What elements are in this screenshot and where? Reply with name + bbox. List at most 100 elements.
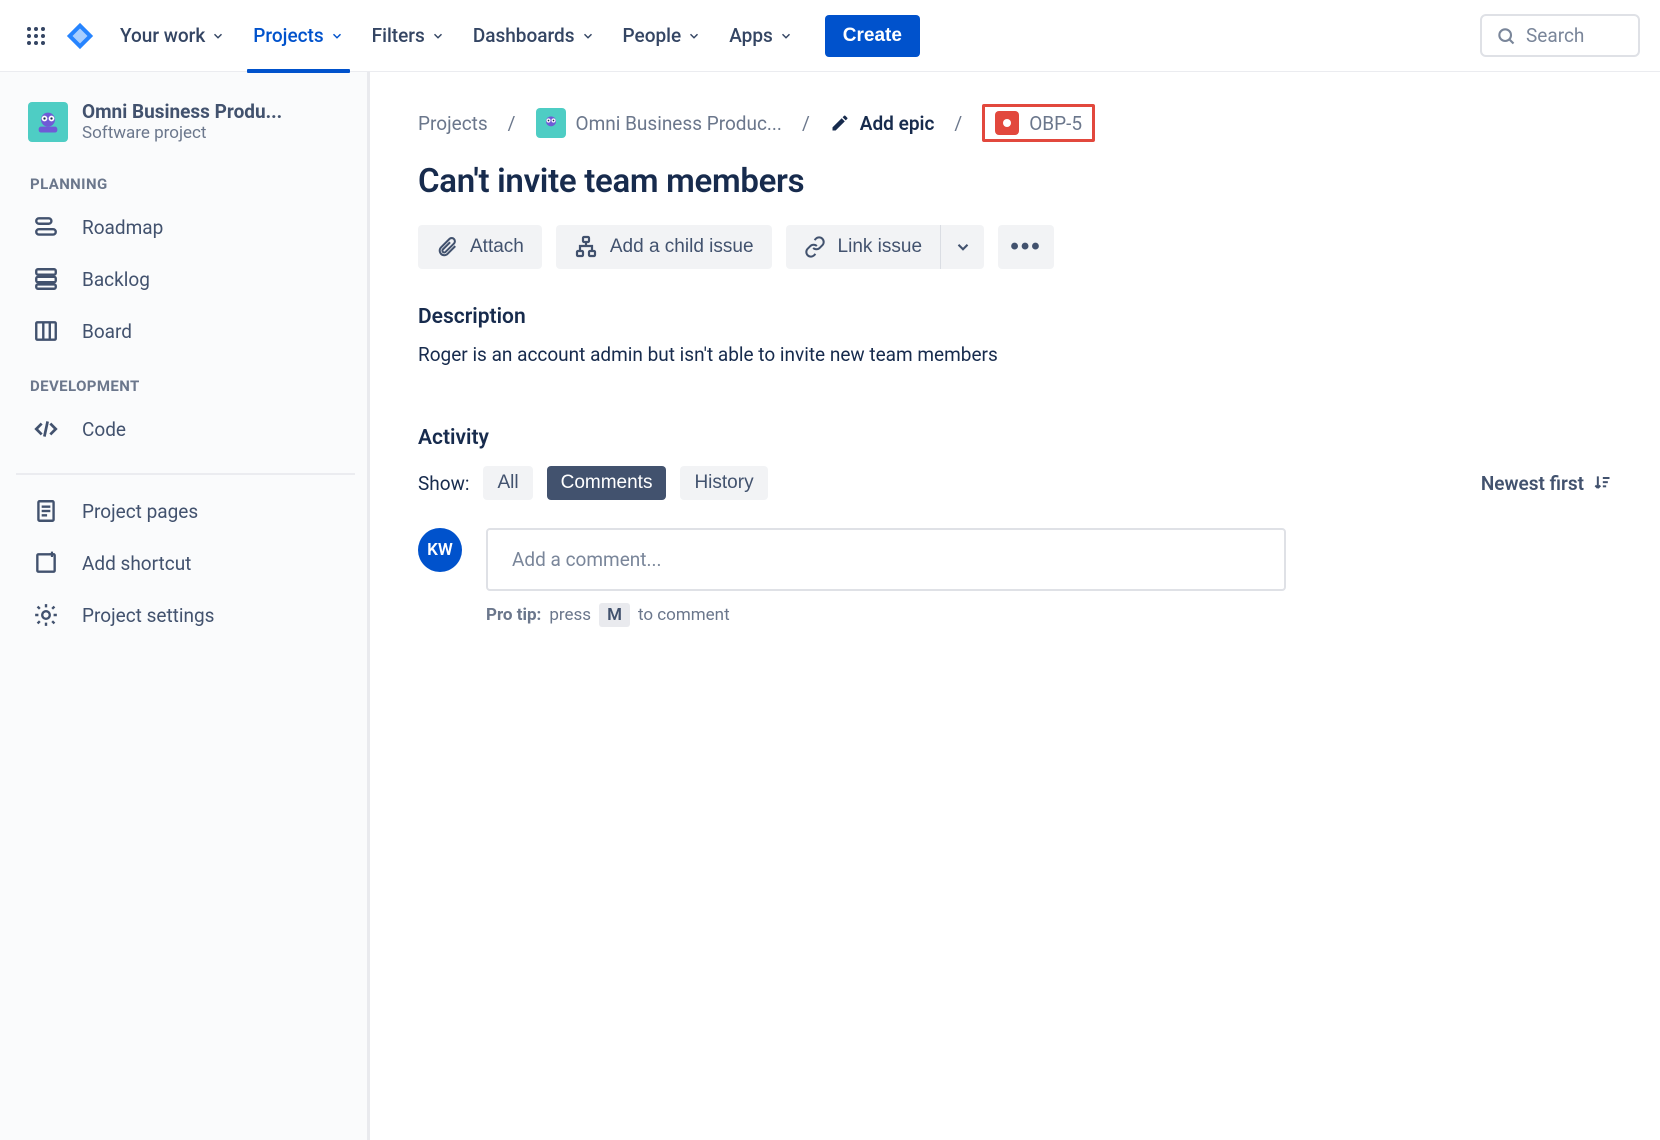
nav-label: People <box>623 24 682 47</box>
breadcrumb-issue-key[interactable]: OBP-5 <box>982 104 1095 142</box>
pro-tip-post: to comment <box>638 605 730 625</box>
nav-filters[interactable]: Filters <box>360 16 457 55</box>
search-placeholder: Search <box>1526 24 1584 47</box>
chevron-down-icon <box>431 29 445 43</box>
sidebar-item-project-pages[interactable]: Project pages <box>24 485 355 537</box>
code-icon <box>32 415 60 443</box>
sort-label: Newest first <box>1481 472 1584 495</box>
link-issue-button[interactable]: Link issue <box>786 225 941 269</box>
activity-heading: Activity <box>418 426 1612 450</box>
description-text[interactable]: Roger is an account admin but isn't able… <box>418 343 1612 366</box>
chevron-down-icon <box>779 29 793 43</box>
child-issue-icon <box>574 235 598 259</box>
current-user-avatar: KW <box>418 528 462 572</box>
pro-tip: Pro tip: press M to comment <box>486 603 1286 627</box>
comment-input[interactable]: Add a comment... <box>486 528 1286 591</box>
nav-apps[interactable]: Apps <box>717 16 805 55</box>
key-hint: M <box>599 603 630 627</box>
nav-label: Your work <box>120 24 205 47</box>
page-icon <box>32 497 60 525</box>
pro-tip-pre: press <box>549 605 591 625</box>
breadcrumb-projects[interactable]: Projects <box>418 112 488 135</box>
nav-projects[interactable]: Projects <box>241 16 355 55</box>
breadcrumb-separator: / <box>508 112 516 135</box>
breadcrumb-add-epic[interactable]: Add epic <box>830 112 935 135</box>
add-shortcut-icon <box>32 549 60 577</box>
sidebar-item-code[interactable]: Code <box>24 403 355 455</box>
tab-all[interactable]: All <box>483 466 532 500</box>
chevron-down-icon <box>687 29 701 43</box>
add-child-issue-button[interactable]: Add a child issue <box>556 225 772 269</box>
sort-desc-icon <box>1592 473 1612 493</box>
add-child-label: Add a child issue <box>610 236 754 258</box>
jira-logo-icon[interactable] <box>64 20 96 52</box>
search-input[interactable]: Search <box>1480 14 1640 57</box>
project-title: Omni Business Produ... <box>82 100 282 123</box>
nav-label: Projects <box>253 24 323 47</box>
search-icon <box>1496 26 1516 46</box>
breadcrumb-separator: / <box>954 112 962 135</box>
breadcrumb: Projects / Omni Business Produc... / Add… <box>418 104 1612 142</box>
nav-label: Dashboards <box>473 24 575 47</box>
chevron-down-icon <box>330 29 344 43</box>
breadcrumb-add-epic-label: Add epic <box>860 112 935 135</box>
sidebar-item-backlog[interactable]: Backlog <box>24 253 355 305</box>
sidebar-item-label: Code <box>82 418 126 441</box>
nav-label: Filters <box>372 24 425 47</box>
link-icon <box>804 236 826 258</box>
pro-tip-label: Pro tip: <box>486 605 541 625</box>
sidebar: Omni Business Produ... Software project … <box>0 72 370 1140</box>
tab-comments[interactable]: Comments <box>547 466 667 500</box>
show-label: Show: <box>418 472 469 495</box>
link-issue-group: Link issue <box>786 225 985 269</box>
project-avatar-icon <box>536 108 566 138</box>
link-issue-dropdown[interactable] <box>940 225 984 269</box>
issue-key-label: OBP-5 <box>1029 112 1082 135</box>
nav-your-work[interactable]: Your work <box>108 16 237 55</box>
sidebar-item-label: Add shortcut <box>82 552 191 575</box>
link-issue-label: Link issue <box>838 236 923 258</box>
bug-icon <box>995 111 1019 135</box>
comment-composer: KW Add a comment... Pro tip: press M to … <box>418 528 1612 627</box>
nav-dashboards[interactable]: Dashboards <box>461 16 607 55</box>
description-heading: Description <box>418 305 1612 329</box>
sidebar-item-project-settings[interactable]: Project settings <box>24 589 355 641</box>
sort-newest-first[interactable]: Newest first <box>1481 472 1612 495</box>
issue-actions: Attach Add a child issue Link issue ••• <box>418 225 1612 269</box>
pencil-icon <box>830 113 850 133</box>
more-icon: ••• <box>1010 233 1041 261</box>
app-switcher-icon[interactable] <box>20 20 52 52</box>
sidebar-item-board[interactable]: Board <box>24 305 355 357</box>
project-avatar-icon <box>28 102 68 142</box>
board-icon <box>32 317 60 345</box>
sidebar-item-label: Project pages <box>82 500 198 523</box>
sidebar-item-label: Board <box>82 320 132 343</box>
issue-title[interactable]: Can't invite team members <box>418 162 1612 201</box>
attach-label: Attach <box>470 236 524 258</box>
activity-filter: Show: All Comments History Newest first <box>418 466 1612 500</box>
sidebar-item-label: Backlog <box>82 268 150 291</box>
create-button[interactable]: Create <box>825 15 920 57</box>
breadcrumb-project-label: Omni Business Produc... <box>576 112 782 135</box>
breadcrumb-project[interactable]: Omni Business Produc... <box>536 108 782 138</box>
sidebar-item-roadmap[interactable]: Roadmap <box>24 201 355 253</box>
breadcrumb-separator: / <box>802 112 810 135</box>
nav-people[interactable]: People <box>611 16 714 55</box>
nav-label: Apps <box>729 24 773 47</box>
section-planning-label: PLANNING <box>30 175 355 193</box>
attach-button[interactable]: Attach <box>418 225 542 269</box>
tab-history[interactable]: History <box>680 466 767 500</box>
divider <box>16 473 355 475</box>
roadmap-icon <box>32 213 60 241</box>
attach-icon <box>436 236 458 258</box>
project-header[interactable]: Omni Business Produ... Software project <box>24 100 355 143</box>
project-type: Software project <box>82 123 282 143</box>
chevron-down-icon <box>581 29 595 43</box>
more-actions-button[interactable]: ••• <box>998 225 1054 269</box>
main-content: Projects / Omni Business Produc... / Add… <box>370 72 1660 1140</box>
chevron-down-icon <box>954 238 972 256</box>
sidebar-item-add-shortcut[interactable]: Add shortcut <box>24 537 355 589</box>
section-development-label: DEVELOPMENT <box>30 377 355 395</box>
gear-icon <box>32 601 60 629</box>
chevron-down-icon <box>211 29 225 43</box>
